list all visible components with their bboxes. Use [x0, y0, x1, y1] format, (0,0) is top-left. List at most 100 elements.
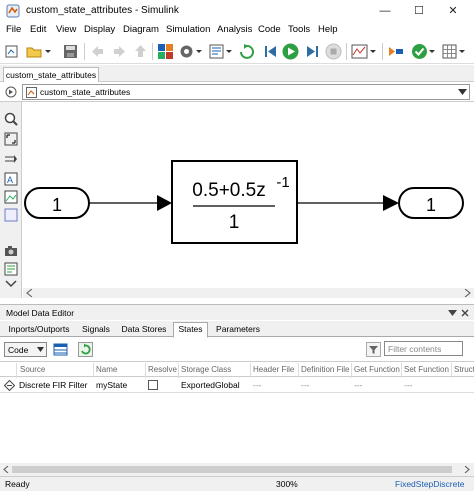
- tab-signals[interactable]: Signals: [78, 323, 114, 337]
- menu-diagram[interactable]: Diagram: [123, 24, 159, 35]
- chevron-down-icon[interactable]: [44, 43, 52, 60]
- fit-to-view-icon[interactable]: [4, 132, 18, 146]
- scroll-right-icon[interactable]: [464, 289, 471, 297]
- hide-browser-icon[interactable]: [5, 86, 17, 98]
- save-icon[interactable]: [62, 43, 79, 60]
- state-name[interactable]: myState: [96, 380, 127, 390]
- new-model-icon[interactable]: [4, 43, 21, 60]
- close-button[interactable]: ✕: [440, 2, 466, 20]
- gear-icon[interactable]: [178, 43, 195, 60]
- more-tools-icon[interactable]: [4, 280, 18, 288]
- grid-horizontal-scrollbar[interactable]: [0, 463, 474, 476]
- back-arrow-icon[interactable]: [89, 43, 106, 60]
- column-header-name[interactable]: Name: [96, 365, 117, 374]
- step-forward-icon[interactable]: [304, 43, 321, 60]
- camera-icon[interactable]: [4, 244, 18, 258]
- toolbar-separator: [152, 43, 153, 60]
- chevron-down-icon[interactable]: [448, 309, 457, 317]
- chevron-down-icon[interactable]: [195, 43, 203, 60]
- transfer-function-block[interactable]: 0.5+0.5z -1 1: [171, 160, 298, 244]
- forward-arrow-icon[interactable]: [111, 43, 128, 60]
- menu-tools[interactable]: Tools: [288, 24, 310, 35]
- scrollbar-thumb[interactable]: [12, 466, 452, 473]
- mde-tab-strip: Inports/Outports Signals Data Stores Sta…: [0, 321, 474, 338]
- update-diagram-icon[interactable]: [238, 43, 255, 60]
- open-folder-icon[interactable]: [26, 43, 43, 60]
- menu-file[interactable]: File: [6, 24, 21, 35]
- solver-link[interactable]: FixedStepDiscrete: [395, 479, 464, 489]
- close-icon[interactable]: [461, 309, 469, 317]
- menu-view[interactable]: View: [56, 24, 76, 35]
- chevron-down-icon[interactable]: [458, 43, 466, 60]
- chevron-down-icon[interactable]: [369, 43, 377, 60]
- annotation-icon[interactable]: A: [4, 172, 18, 186]
- menu-display[interactable]: Display: [84, 24, 115, 35]
- column-header-storage-class[interactable]: Storage Class: [181, 365, 231, 374]
- breadcrumb-label[interactable]: custom_state_attributes: [40, 87, 130, 97]
- model-browser-icon[interactable]: [4, 262, 18, 276]
- table-view-icon[interactable]: [53, 342, 68, 357]
- grid-icon[interactable]: [441, 43, 458, 60]
- canvas-horizontal-scrollbar[interactable]: [23, 288, 474, 298]
- maximize-button[interactable]: ☐: [406, 2, 432, 20]
- code-generation-icon[interactable]: [387, 43, 404, 60]
- get-function-value[interactable]: ---: [354, 380, 363, 390]
- column-header-source[interactable]: Source: [20, 365, 45, 374]
- chevron-down-icon[interactable]: [225, 43, 233, 60]
- chevron-down-icon[interactable]: [458, 89, 467, 96]
- step-back-icon[interactable]: [262, 43, 279, 60]
- arrow-right-icon[interactable]: [4, 152, 18, 166]
- output-signal-line[interactable]: [297, 195, 399, 211]
- simulink-logo-icon: [6, 4, 20, 18]
- stop-icon[interactable]: [325, 43, 342, 60]
- scroll-left-icon[interactable]: [3, 466, 9, 473]
- image-icon[interactable]: [4, 190, 18, 204]
- menu-code[interactable]: Code: [258, 24, 281, 35]
- scroll-right-icon[interactable]: [464, 466, 470, 473]
- up-arrow-icon[interactable]: [132, 43, 149, 60]
- model-explorer-icon[interactable]: [208, 43, 225, 60]
- view-select[interactable]: Code: [4, 342, 47, 357]
- source-link[interactable]: Discrete FIR Filter: [19, 380, 87, 390]
- filter-icon[interactable]: [366, 342, 381, 357]
- menu-edit[interactable]: Edit: [30, 24, 46, 35]
- tab-parameters[interactable]: Parameters: [212, 323, 264, 337]
- column-header-resolve[interactable]: Resolve: [148, 365, 177, 374]
- resolve-checkbox[interactable]: [148, 380, 158, 390]
- zoom-icon[interactable]: [4, 112, 18, 126]
- model-tab[interactable]: custom_state_attributes: [3, 67, 99, 82]
- breadcrumb[interactable]: custom_state_attributes: [22, 84, 470, 100]
- filter-input[interactable]: Filter contents: [384, 341, 463, 356]
- scroll-left-icon[interactable]: [26, 289, 33, 297]
- column-header-get-function[interactable]: Get Function: [354, 365, 400, 374]
- menu-help[interactable]: Help: [318, 24, 338, 35]
- column-header-header-file[interactable]: Header File: [253, 365, 294, 374]
- set-function-value[interactable]: ---: [404, 380, 413, 390]
- tab-inports-outports[interactable]: Inports/Outports: [4, 323, 74, 337]
- tab-data-stores[interactable]: Data Stores: [118, 323, 170, 337]
- column-header-struct[interactable]: Struct: [454, 365, 474, 374]
- input-signal-line[interactable]: [89, 195, 172, 211]
- scope-icon[interactable]: [351, 43, 368, 60]
- inport-block[interactable]: 1: [24, 187, 90, 219]
- column-header-set-function[interactable]: Set Function: [404, 365, 449, 374]
- filter-placeholder: Filter contents: [388, 344, 442, 354]
- column-header-definition-file[interactable]: Definition File: [301, 365, 349, 374]
- outport-block[interactable]: 1: [398, 187, 464, 219]
- definition-file-value[interactable]: ---: [301, 380, 310, 390]
- run-icon[interactable]: [282, 43, 299, 60]
- header-file-value[interactable]: ---: [253, 380, 262, 390]
- refresh-icon[interactable]: [78, 342, 93, 357]
- check-icon[interactable]: [411, 43, 428, 60]
- window-title: custom_state_attributes - Simulink: [26, 5, 179, 16]
- area-icon[interactable]: [4, 208, 18, 222]
- tab-states[interactable]: States: [173, 322, 208, 338]
- menu-simulation[interactable]: Simulation: [166, 24, 210, 35]
- storage-class-value[interactable]: ExportedGlobal: [181, 380, 240, 390]
- status-bar: Ready 300% FixedStepDiscrete: [0, 476, 474, 491]
- library-browser-icon[interactable]: [157, 43, 174, 60]
- minimize-button[interactable]: —: [372, 2, 398, 20]
- model-canvas[interactable]: 1 0.5+0.5z -1 1 1: [23, 102, 474, 288]
- chevron-down-icon[interactable]: [428, 43, 436, 60]
- menu-analysis[interactable]: Analysis: [217, 24, 252, 35]
